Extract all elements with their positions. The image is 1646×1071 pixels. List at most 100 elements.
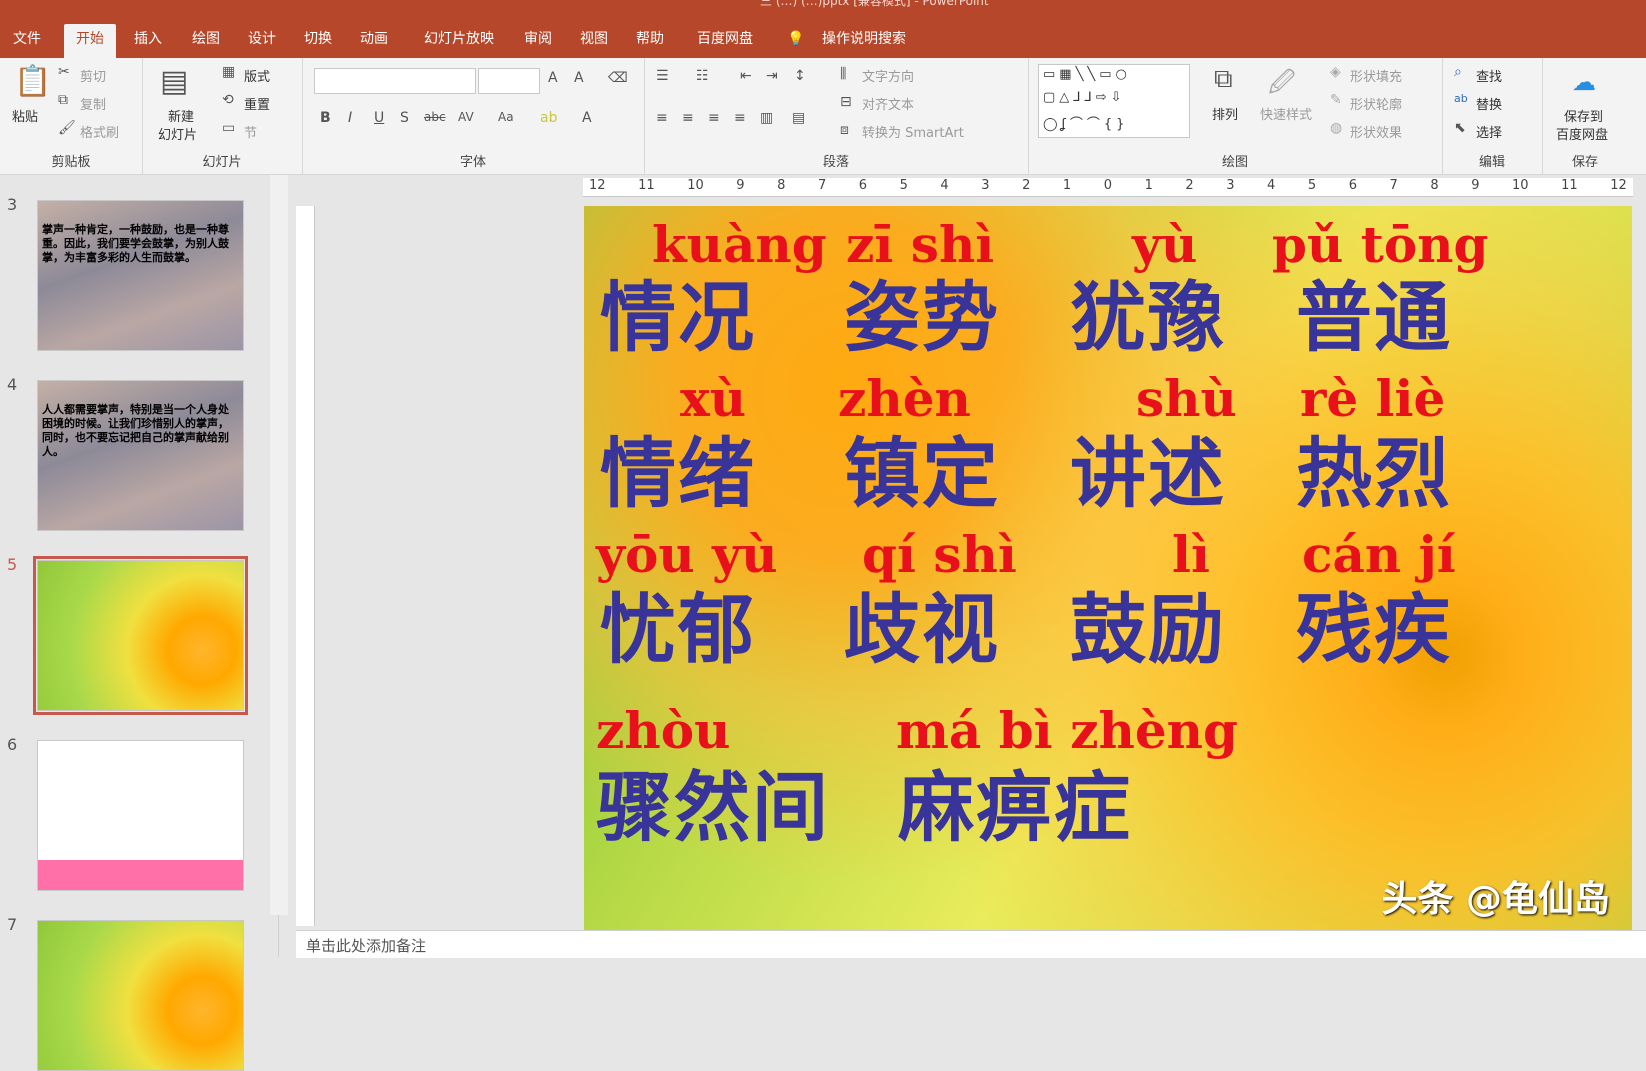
line-spacing-icon[interactable]: ↕ <box>794 68 806 84</box>
cut-button[interactable]: 剪切 <box>80 66 106 85</box>
format-painter-icon[interactable]: 🖌 <box>58 120 76 136</box>
highlight-icon[interactable]: ab <box>540 110 557 126</box>
replace-button[interactable]: 替换 <box>1476 94 1502 113</box>
lightbulb-icon[interactable]: 💡 <box>782 24 810 58</box>
tab-file[interactable]: 文件 <box>0 24 54 58</box>
find-icon[interactable]: ⌕ <box>1454 64 1462 80</box>
char-spacing-icon[interactable]: AV <box>458 110 474 124</box>
save-to-label-1[interactable]: 保存到 <box>1564 106 1603 125</box>
tab-view[interactable]: 视图 <box>568 24 620 58</box>
slide-thumbnail-5[interactable] <box>33 556 248 715</box>
text-direction-icon[interactable]: ⫼ <box>840 66 846 82</box>
tab-draw[interactable]: 绘图 <box>180 24 232 58</box>
reset-button[interactable]: 重置 <box>244 94 270 113</box>
numbering-icon[interactable]: ☷ <box>696 68 709 84</box>
arrange-button[interactable]: 排列 <box>1212 104 1238 123</box>
distribute-icon[interactable]: ▥ <box>760 110 773 126</box>
thumbnail-text: 掌声一种肯定，一种鼓励，也是一种尊重。因此，我们要学会鼓掌，为别人鼓掌，为丰富多… <box>42 223 229 264</box>
tab-design[interactable]: 设计 <box>236 24 288 58</box>
thumbnail-scrollbar[interactable] <box>270 175 288 915</box>
align-right-icon[interactable]: ≡ <box>708 110 720 126</box>
slide-thumbnail-7[interactable] <box>37 920 244 1071</box>
replace-icon[interactable]: ab <box>1454 92 1468 105</box>
slide-thumbnail-6[interactable] <box>37 740 244 891</box>
reset-icon[interactable]: ⟲ <box>222 92 234 108</box>
tab-animations[interactable]: 动画 <box>348 24 400 58</box>
new-slide-icon[interactable]: ▤ <box>160 64 188 99</box>
format-painter-button[interactable]: 格式刷 <box>80 122 119 141</box>
bold-icon[interactable]: B <box>320 110 331 126</box>
slide-thumbnail-3[interactable]: 掌声一种肯定，一种鼓励，也是一种尊重。因此，我们要学会鼓掌，为别人鼓掌，为丰富多… <box>37 200 244 351</box>
grow-font-icon[interactable]: A <box>548 70 558 86</box>
font-name-combo[interactable] <box>314 68 476 94</box>
shape-outline-button[interactable]: 形状轮廓 <box>1350 94 1402 113</box>
tab-baidu[interactable]: 百度网盘 <box>688 24 762 58</box>
shadow-icon[interactable]: S <box>400 110 409 126</box>
align-center-icon[interactable]: ≡ <box>682 110 694 126</box>
arrange-icon[interactable]: ⧉ <box>1214 64 1233 95</box>
font-size-combo[interactable] <box>478 68 540 94</box>
tab-home[interactable]: 开始 <box>64 24 116 58</box>
baidu-cloud-icon[interactable]: ☁ <box>1572 68 1596 96</box>
shapes-gallery[interactable]: ▭▦╲╲▭○ ▢△⅃⅃⇨⇩ ◯ʆ⌒⌒{} <box>1038 64 1190 138</box>
increase-indent-icon[interactable]: ⇥ <box>766 68 778 84</box>
tell-me-search[interactable]: 操作说明搜索 <box>814 24 914 58</box>
layout-button[interactable]: 版式 <box>244 66 270 85</box>
align-text-icon[interactable]: ⊟ <box>840 94 852 110</box>
shape-outline-icon[interactable]: ✎ <box>1330 92 1342 108</box>
bullets-icon[interactable]: ☰ <box>656 68 669 84</box>
slide-canvas[interactable]: kuàng zī shì yù pǔ tōng 情况 姿势 犹豫 普通 xù z… <box>584 206 1632 930</box>
slide-number: 6 <box>7 735 18 754</box>
ruler-number: 4 <box>940 178 949 193</box>
find-button[interactable]: 查找 <box>1476 66 1502 85</box>
section-icon[interactable]: ▭ <box>222 120 235 136</box>
slide-thumbnail-4[interactable]: 人人都需要掌声，特别是当一个人身处困境的时候。让我们珍惜别人的掌声，同时，也不要… <box>37 380 244 531</box>
shape-effects-button[interactable]: 形状效果 <box>1350 122 1402 141</box>
clear-format-icon[interactable]: ⌫ <box>608 70 628 86</box>
layout-icon[interactable]: ▦ <box>222 64 235 80</box>
justify-icon[interactable]: ≡ <box>734 110 746 126</box>
tab-help[interactable]: 帮助 <box>624 24 676 58</box>
select-button[interactable]: 选择 <box>1476 122 1502 141</box>
ruler-number: 9 <box>736 178 745 193</box>
change-case-icon[interactable]: Aa <box>498 110 514 124</box>
smartart-icon[interactable]: ⧈ <box>840 122 849 138</box>
shrink-font-icon[interactable]: A <box>574 70 584 86</box>
shape-fill-button[interactable]: 形状填充 <box>1350 66 1402 85</box>
new-slide-label-2[interactable]: 幻灯片 <box>158 124 197 143</box>
copy-button[interactable]: 复制 <box>80 94 106 113</box>
pinyin-label: kuàng <box>652 215 827 274</box>
underline-icon[interactable]: U <box>374 110 384 126</box>
strikethrough-icon[interactable]: abc <box>424 110 446 124</box>
columns-icon[interactable]: ▤ <box>792 110 805 126</box>
text-direction-button[interactable]: 文字方向 <box>862 66 914 85</box>
align-text-button[interactable]: 对齐文本 <box>862 94 914 113</box>
tab-insert[interactable]: 插入 <box>122 24 174 58</box>
group-label-save: 保存 <box>1571 155 1598 170</box>
section-button[interactable]: 节 <box>244 122 257 141</box>
align-left-icon[interactable]: ≡ <box>656 110 668 126</box>
font-color-icon[interactable]: A <box>582 110 592 126</box>
quick-styles-button[interactable]: 快速样式 <box>1260 104 1312 123</box>
save-to-label-2[interactable]: 百度网盘 <box>1556 124 1608 143</box>
shape-fill-icon[interactable]: ◈ <box>1330 64 1341 80</box>
group-save: ☁ 保存到 百度网盘 保存 <box>1542 58 1628 174</box>
slide-number: 5 <box>7 555 18 574</box>
quick-styles-icon[interactable]: 🖉 <box>1268 64 1296 108</box>
decrease-indent-icon[interactable]: ⇤ <box>740 68 752 84</box>
tab-transitions[interactable]: 切换 <box>292 24 344 58</box>
notes-pane[interactable]: 单击此处添加备注 <box>296 930 1646 958</box>
smartart-button[interactable]: 转换为 SmartArt <box>862 122 964 141</box>
italic-icon[interactable]: I <box>348 110 352 126</box>
ruler-number: 5 <box>1307 178 1317 193</box>
paste-button[interactable]: 粘贴 <box>12 106 38 125</box>
pinyin-label: má bì zhèng <box>896 701 1238 760</box>
paste-icon[interactable]: 📋 <box>14 64 51 99</box>
cut-icon[interactable]: ✂ <box>58 64 70 80</box>
copy-icon[interactable]: ⧉ <box>58 92 68 108</box>
shape-effects-icon[interactable]: ◍ <box>1330 120 1342 136</box>
tab-review[interactable]: 审阅 <box>512 24 564 58</box>
tab-slideshow[interactable]: 幻灯片放映 <box>414 24 504 58</box>
select-icon[interactable]: ⬉ <box>1454 120 1466 136</box>
new-slide-label-1[interactable]: 新建 <box>168 106 194 125</box>
